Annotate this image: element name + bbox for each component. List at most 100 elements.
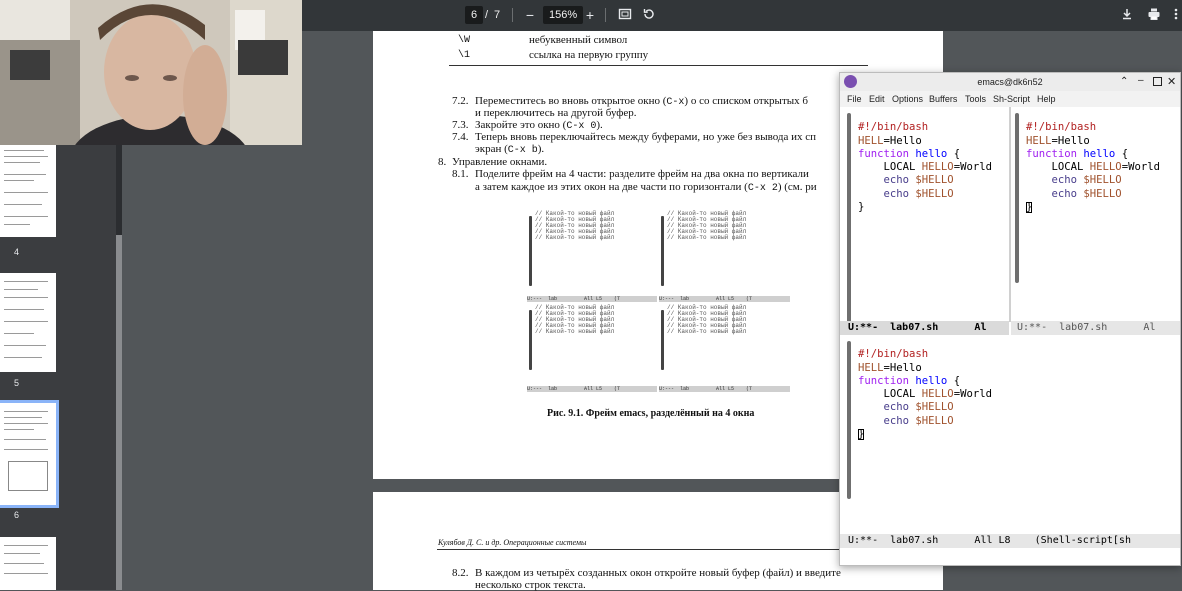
code-function-name: hello: [915, 147, 948, 160]
list-item-7-2-number: 7.2.: [452, 95, 469, 107]
menu-edit[interactable]: Edit: [869, 94, 885, 104]
emacs-scrollbar[interactable]: [847, 113, 851, 323]
table-bottom-rule: [449, 65, 868, 66]
code-text: =Hello: [883, 134, 922, 147]
code-buffer-top-left[interactable]: #!/bin/bash HELL=Hello function hello { …: [858, 108, 992, 228]
code-builtin: echo: [883, 174, 910, 187]
menu-buffers[interactable]: Buffers: [929, 94, 957, 104]
figure-text-line: // Какой-то новый файл: [535, 328, 615, 335]
zoom-in-icon[interactable]: +: [582, 7, 598, 23]
code-buffer-top-right[interactable]: #!/bin/bash HELL=Hello function hello { …: [1026, 108, 1160, 228]
code-text: =World: [1121, 161, 1160, 174]
list-text: ) о со списком открытых б: [684, 95, 808, 107]
menu-help[interactable]: Help: [1037, 94, 1056, 104]
list-item-8-1-number: 8.1.: [452, 168, 469, 180]
code-variable: HELL: [1026, 134, 1052, 147]
modeline-top-left[interactable]: U:**- lab07.sh Al: [840, 321, 1009, 335]
page-thumbnail[interactable]: [0, 144, 56, 237]
toolbar-divider: [512, 8, 513, 22]
list-item-7-2-line2: и переключитесь на другой буфер.: [475, 107, 637, 119]
rotate-icon[interactable]: [641, 7, 657, 23]
modeline-bottom[interactable]: U:**- lab07.sh All L8 (Shell-script[sh: [840, 534, 1180, 548]
code-variable: HELLO: [921, 161, 954, 174]
list-item-7-3-number: 7.3.: [452, 119, 469, 131]
minimize-icon[interactable]: –: [1138, 75, 1144, 86]
fit-page-icon[interactable]: [617, 7, 633, 23]
modeline-top-right[interactable]: U:**- lab07.sh Al: [1011, 321, 1180, 335]
menu-tools[interactable]: Tools: [965, 94, 986, 104]
code-text: {: [1115, 147, 1129, 160]
page-thumbnail[interactable]: [0, 537, 56, 590]
figure-emacs-4-windows: // Какой-то новый файл // Какой-то новый…: [527, 210, 790, 393]
menu-sh-script[interactable]: Sh-Script: [993, 94, 1030, 104]
code-function-name: hello: [1083, 147, 1116, 160]
figure-text-line: // Какой-то новый файл: [535, 234, 615, 241]
text-cursor: [1026, 202, 1032, 213]
emacs-window: emacs@dk6n52 ⌃ – ✕ File Edit Options Buf…: [839, 72, 1181, 566]
code-variable: HELLO: [1089, 161, 1122, 174]
figure-modeline: U:--- lab All L5 (T: [527, 386, 657, 392]
figure-scrollbar: [529, 216, 532, 286]
code-keyword: function: [858, 147, 910, 160]
close-icon[interactable]: ✕: [1167, 75, 1176, 88]
code-variable: HELL: [858, 361, 884, 374]
inline-code: C-x b: [507, 145, 538, 156]
page-thumbnail-selected[interactable]: [0, 400, 59, 508]
figure-caption: Рис. 9.1. Фрейм emacs, разделённый на 4 …: [547, 408, 755, 419]
code-text: LOCAL: [883, 388, 916, 401]
code-shebang: #!/bin/bash: [858, 348, 929, 361]
figure-pane-bottom-right: // Какой-то новый файл // Какой-то новый…: [659, 304, 790, 384]
emacs-scrollbar[interactable]: [847, 341, 851, 499]
code-buffer-bottom[interactable]: #!/bin/bash HELL=Hello function hello { …: [858, 335, 992, 455]
thumbnail-page-number: 6: [14, 510, 20, 520]
zoom-level-input[interactable]: 156%: [543, 6, 584, 24]
list-text: а затем каждое из этих окон на две части…: [475, 181, 748, 193]
inline-code: C-x 2: [747, 183, 778, 194]
code-text: =World: [953, 161, 992, 174]
menu-file[interactable]: File: [847, 94, 862, 104]
code-text: =World: [953, 388, 992, 401]
code-function-name: hello: [915, 374, 948, 387]
list-item-8: Управление окнами.: [452, 156, 548, 168]
code-text: LOCAL: [1051, 161, 1084, 174]
table-cell-desc: небуквенный символ: [529, 34, 628, 46]
thumbnail-page-number: 5: [14, 378, 20, 388]
code-shebang: #!/bin/bash: [1026, 121, 1097, 134]
list-item-8-1-line2: а затем каждое из этих окон на две части…: [475, 181, 817, 194]
emacs-scrollbar[interactable]: [1015, 113, 1019, 283]
menu-options[interactable]: Options: [892, 94, 923, 104]
chevron-up-icon[interactable]: ⌃: [1120, 76, 1128, 87]
inline-code: C-x: [666, 97, 685, 108]
figure-modeline: U:--- lab All L5 (T: [659, 296, 790, 302]
figure-pane-bottom-left: // Какой-то новый файл // Какой-то новый…: [527, 304, 657, 384]
list-item-7-4: Теперь вновь переключайтесь между буфера…: [475, 131, 817, 143]
footer-rule: [437, 549, 867, 550]
zoom-out-icon[interactable]: −: [522, 7, 538, 23]
page-footer: Кулябов Д. С. и др. Операционные системы: [438, 538, 587, 547]
code-variable: $HELLO: [915, 414, 954, 427]
page-separator: /: [485, 9, 489, 21]
table-cell-code: \W: [458, 35, 471, 46]
page-thumbnail[interactable]: [0, 273, 56, 372]
code-variable: $HELLO: [915, 401, 954, 414]
maximize-icon[interactable]: [1153, 77, 1162, 86]
code-builtin: echo: [883, 414, 910, 427]
list-item-7-4-number: 7.4.: [452, 131, 469, 143]
code-variable: $HELLO: [915, 174, 954, 187]
code-shebang: #!/bin/bash: [858, 121, 929, 134]
code-builtin: echo: [883, 187, 910, 200]
page-number-input[interactable]: 6: [465, 6, 484, 24]
table-cell-code: \1: [458, 50, 471, 61]
more-icon[interactable]: [1168, 7, 1182, 23]
window-divider: [1009, 107, 1011, 322]
figure-scrollbar: [661, 310, 664, 370]
list-item-8-2: В каждом из четырёх созданных окон откро…: [475, 567, 841, 579]
sidebar-scrollbar-thumb[interactable]: [116, 235, 122, 590]
emacs-titlebar[interactable]: emacs@dk6n52 ⌃ – ✕: [840, 73, 1180, 91]
code-variable: $HELLO: [1083, 174, 1122, 187]
code-builtin: echo: [1051, 174, 1078, 187]
download-icon[interactable]: [1119, 7, 1135, 23]
print-icon[interactable]: [1146, 7, 1162, 23]
list-text: Закройте это окно (: [475, 119, 567, 131]
list-text: ).: [596, 119, 603, 131]
